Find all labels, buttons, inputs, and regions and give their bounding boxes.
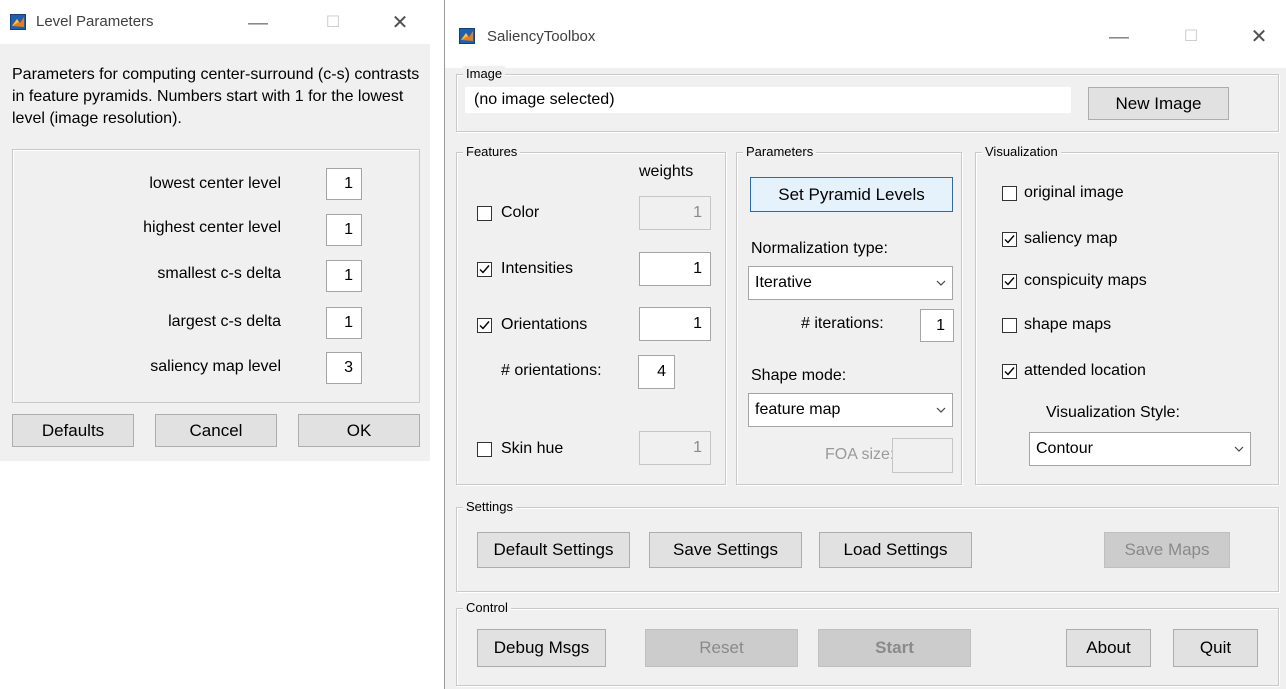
saliency-map-level-input[interactable]: 3 (326, 352, 362, 384)
original-image-checkbox[interactable] (1002, 186, 1017, 201)
level-parameters-window: Level Parameters — ☐ ✕ Parameters for co… (0, 0, 430, 461)
intensities-weight-input[interactable]: 1 (639, 252, 711, 286)
debug-msgs-button[interactable]: Debug Msgs (477, 629, 606, 667)
saliency-map-checkbox[interactable] (1002, 232, 1017, 247)
defaults-button[interactable]: Defaults (12, 414, 134, 447)
cancel-button[interactable]: Cancel (155, 414, 277, 447)
saliency-map-label: saliency map (1024, 230, 1118, 247)
visualization-style-select[interactable]: Contour (1029, 432, 1251, 466)
attended-location-checkbox[interactable] (1002, 364, 1017, 379)
orientations-label: Orientations (501, 316, 588, 333)
minimize-icon[interactable]: — (238, 8, 278, 38)
smallest-cs-delta-input[interactable]: 1 (326, 260, 362, 292)
maximize-icon[interactable]: ☐ (313, 8, 353, 38)
panel-title: Features (463, 144, 521, 159)
attended-location-label: attended location (1024, 362, 1146, 379)
window-title: Level Parameters (36, 13, 154, 30)
intensities-label: Intensities (501, 260, 574, 277)
save-settings-button[interactable]: Save Settings (649, 532, 802, 568)
level-parameters-titlebar: Level Parameters — ☐ ✕ (0, 0, 430, 44)
shape-maps-label: shape maps (1024, 316, 1112, 333)
largest-cs-delta-input[interactable]: 1 (326, 307, 362, 339)
level-description: Parameters for computing center-surround… (12, 66, 420, 127)
panel-title: Settings (463, 499, 516, 514)
select-value: Iterative (755, 274, 812, 291)
skin-hue-weight-input: 1 (639, 431, 711, 465)
set-pyramid-levels-button[interactable]: Set Pyramid Levels (750, 177, 953, 212)
panel-title: Parameters (743, 144, 817, 159)
window-title: SaliencyToolbox (487, 28, 596, 45)
normalization-type-label: Normalization type: (751, 240, 888, 257)
conspicuity-maps-label: conspicuity maps (1024, 272, 1147, 289)
matlab-icon (459, 28, 475, 44)
matlab-icon (10, 14, 26, 30)
color-label: Color (501, 204, 540, 221)
field-label: largest c-s delta (168, 313, 281, 330)
panel-title: Control (463, 600, 511, 615)
skin-hue-label: Skin hue (501, 440, 564, 457)
foa-size-label: FOA size: (825, 446, 895, 463)
shape-mode-label: Shape mode: (751, 367, 847, 384)
close-icon[interactable]: ✕ (380, 8, 420, 38)
visualization-style-label: Visualization Style: (1046, 404, 1180, 421)
start-button: Start (818, 629, 971, 667)
maximize-icon[interactable]: ☐ (1171, 22, 1211, 52)
saliency-toolbox-window: SaliencyToolbox — ☐ ✕ Image (no image se… (444, 0, 1286, 689)
save-maps-button: Save Maps (1104, 532, 1230, 568)
field-label: highest center level (143, 219, 281, 236)
original-image-label: original image (1024, 184, 1124, 201)
orientations-checkbox[interactable] (477, 318, 492, 333)
foa-size-input (892, 438, 953, 473)
intensities-checkbox[interactable] (477, 262, 492, 277)
chevron-down-icon (1234, 446, 1244, 452)
quit-button[interactable]: Quit (1173, 629, 1258, 667)
conspicuity-maps-checkbox[interactable] (1002, 274, 1017, 289)
skin-hue-checkbox[interactable] (477, 442, 492, 457)
shape-mode-select[interactable]: feature map (748, 393, 953, 427)
chevron-down-icon (936, 407, 946, 413)
highest-center-level-input[interactable]: 1 (326, 214, 362, 246)
iterations-input[interactable]: 1 (920, 309, 954, 342)
field-label: smallest c-s delta (157, 265, 281, 282)
load-settings-button[interactable]: Load Settings (819, 532, 972, 568)
field-label: lowest center level (149, 175, 281, 192)
panel-title: Image (463, 66, 506, 81)
image-filename-display: (no image selected) (465, 87, 1071, 113)
about-button[interactable]: About (1066, 629, 1151, 667)
num-orientations-input[interactable]: 4 (638, 355, 675, 389)
orientations-weight-input[interactable]: 1 (639, 307, 711, 341)
new-image-button[interactable]: New Image (1088, 87, 1229, 120)
toolbox-titlebar: SaliencyToolbox — ☐ ✕ (445, 0, 1286, 68)
close-icon[interactable]: ✕ (1239, 22, 1279, 52)
weights-header: weights (639, 163, 694, 180)
normalization-type-select[interactable]: Iterative (748, 266, 953, 300)
num-orientations-label: # orientations: (501, 362, 602, 379)
reset-button: Reset (645, 629, 798, 667)
lowest-center-level-input[interactable]: 1 (326, 168, 362, 200)
ok-button[interactable]: OK (298, 414, 420, 447)
select-value: feature map (755, 401, 841, 418)
iterations-label: # iterations: (801, 315, 884, 332)
shape-maps-checkbox[interactable] (1002, 318, 1017, 333)
minimize-icon[interactable]: — (1099, 22, 1139, 52)
color-weight-input: 1 (639, 196, 711, 230)
panel-title: Visualization (982, 144, 1061, 159)
chevron-down-icon (936, 280, 946, 286)
field-label: saliency map level (150, 358, 281, 375)
default-settings-button[interactable]: Default Settings (477, 532, 630, 568)
select-value: Contour (1036, 440, 1093, 457)
color-checkbox[interactable] (477, 206, 492, 221)
